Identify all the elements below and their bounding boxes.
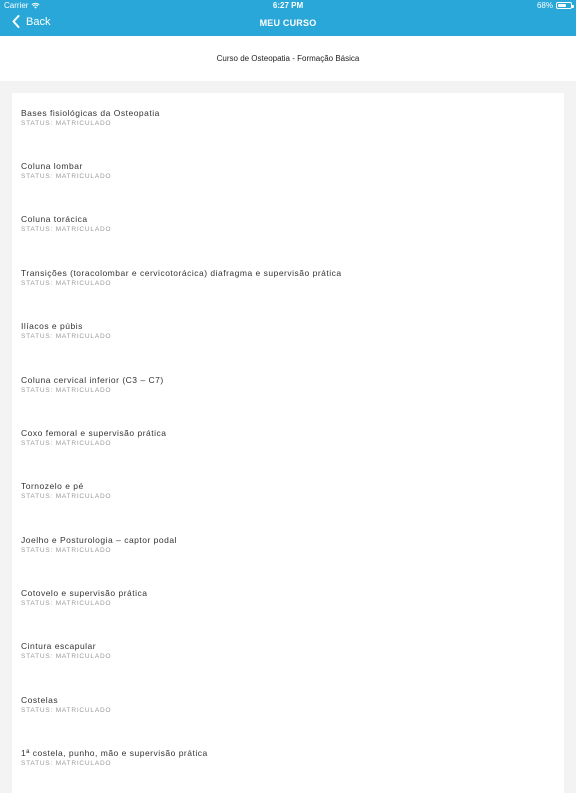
module-status: STATUS: MATRICULADO (21, 226, 112, 233)
battery-level (558, 4, 567, 7)
module-title: Cotovelo e supervisão prática (21, 588, 148, 598)
module-item[interactable]: Transições (toracolombar e cervicotoráci… (21, 268, 551, 288)
module-status: STATUS: MATRICULADO (21, 173, 112, 180)
module-item[interactable]: Ilíacos e púbis STATUS: MATRICULADO (21, 321, 551, 341)
module-title: Bases fisiológicas da Osteopatia (21, 108, 160, 118)
navigation-bar: Back MEU CURSO (0, 12, 576, 36)
module-title: Coluna cervical inferior (C3 – C7) (21, 375, 164, 385)
module-item[interactable]: Cotovelo e supervisão prática STATUS: MA… (21, 588, 551, 608)
module-item[interactable]: Coluna lombar STATUS: MATRICULADO (21, 161, 551, 181)
module-status: STATUS: MATRICULADO (21, 333, 112, 340)
course-header: Curso de Osteopatia - Formação Básica (0, 36, 576, 81)
module-list: Bases fisiológicas da Osteopatia STATUS:… (12, 93, 564, 793)
module-title: Tornozelo e pé (21, 481, 84, 491)
module-title: Coluna torácica (21, 214, 88, 224)
module-item[interactable]: Coluna torácica STATUS: MATRICULADO (21, 214, 551, 234)
module-item[interactable]: Bases fisiológicas da Osteopatia STATUS:… (21, 108, 551, 128)
module-title: Ilíacos e púbis (21, 321, 83, 331)
clock: 6:27 PM (272, 1, 304, 10)
module-status: STATUS: MATRICULADO (21, 653, 112, 660)
module-status: STATUS: MATRICULADO (21, 600, 112, 607)
module-title: Coluna lombar (21, 161, 83, 171)
module-item[interactable]: Joelho e Posturologia – captor podal STA… (21, 535, 551, 555)
course-name: Curso de Osteopatia - Formação Básica (216, 54, 360, 63)
module-item[interactable]: Coluna cervical inferior (C3 – C7) STATU… (21, 375, 551, 395)
module-item[interactable]: Costelas STATUS: MATRICULADO (21, 695, 551, 715)
module-title: Cintura escapular (21, 641, 97, 651)
module-title: 1ª costela, punho, mão e supervisão prát… (21, 748, 208, 758)
module-title: Transições (toracolombar e cervicotoráci… (21, 268, 342, 278)
battery-percent: 68% (536, 1, 553, 10)
module-item[interactable]: Coxo femoral e supervisão prática STATUS… (21, 428, 551, 448)
module-title: Costelas (21, 695, 59, 705)
module-status: STATUS: MATRICULADO (21, 120, 112, 127)
module-title: Coxo femoral e supervisão prática (21, 428, 167, 438)
module-status: STATUS: MATRICULADO (21, 440, 112, 447)
module-status: STATUS: MATRICULADO (21, 280, 112, 287)
module-status: STATUS: MATRICULADO (21, 547, 112, 554)
module-status: STATUS: MATRICULADO (21, 760, 112, 767)
status-bar: Carrier 6:27 PM 68% (0, 0, 576, 12)
module-item[interactable]: Cintura escapular STATUS: MATRICULADO (21, 641, 551, 661)
module-item[interactable]: 1ª costela, punho, mão e supervisão prát… (21, 748, 551, 768)
battery-icon (556, 2, 574, 9)
module-status: STATUS: MATRICULADO (21, 707, 112, 714)
status-right: 68% (536, 1, 574, 10)
module-title: Joelho e Posturologia – captor podal (21, 535, 177, 545)
module-status: STATUS: MATRICULADO (21, 493, 112, 500)
page-title: MEU CURSO (259, 18, 317, 28)
module-item[interactable]: Tornozelo e pé STATUS: MATRICULADO (21, 481, 551, 501)
module-status: STATUS: MATRICULADO (21, 387, 112, 394)
